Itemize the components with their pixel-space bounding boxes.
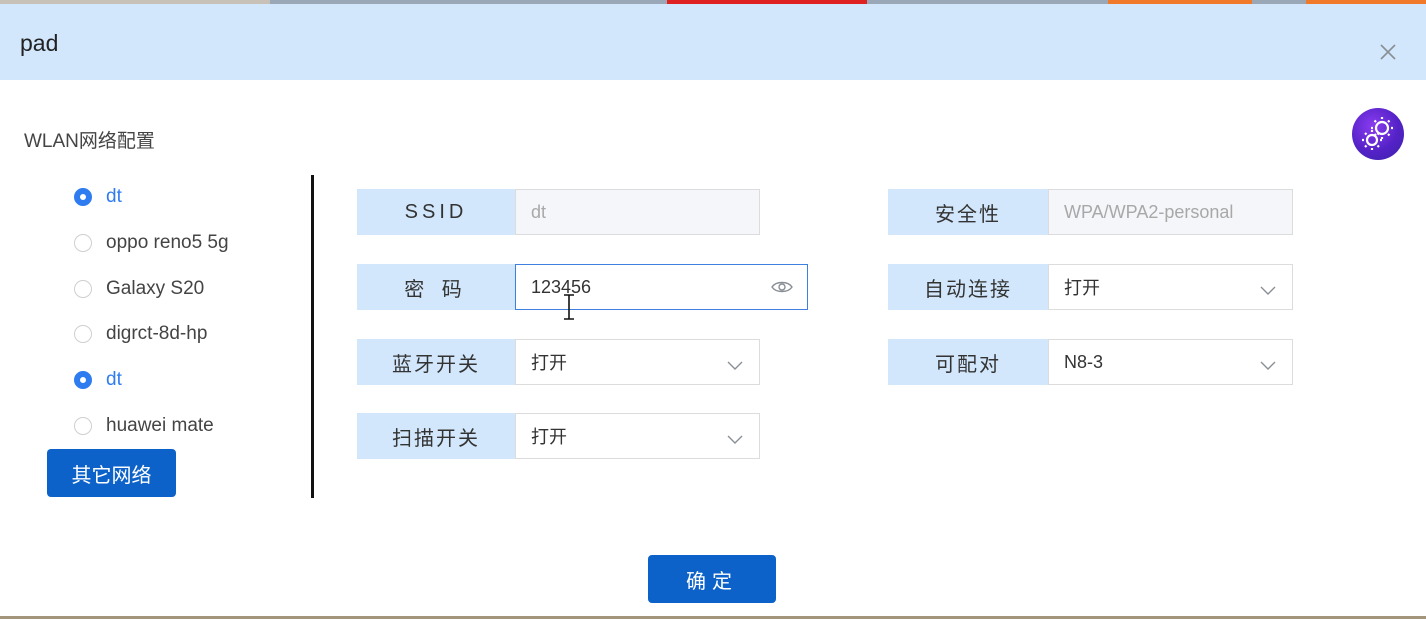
password-input[interactable]: 123456 (515, 264, 808, 310)
pairable-value: N8-3 (1064, 351, 1104, 372)
security-label: 安全性 (888, 189, 1048, 235)
bluetooth-value: 打开 (531, 353, 567, 373)
radio-icon[interactable] (74, 234, 92, 252)
security-input: WPA/WPA2-personal (1048, 189, 1293, 235)
auto-connect-label: 自动连接 (888, 264, 1048, 310)
network-label: Galaxy S20 (106, 278, 205, 299)
network-label: dt (106, 186, 122, 207)
dialog-title: pad (20, 30, 59, 56)
pairable-select[interactable]: N8-3 (1048, 339, 1293, 385)
network-label: dt (106, 369, 122, 390)
chevron-down-icon (1260, 355, 1276, 376)
settings-bot-icon[interactable] (1352, 108, 1404, 160)
scan-value: 打开 (531, 427, 567, 447)
network-item[interactable]: dt (74, 365, 122, 395)
ssid-input: dt (515, 189, 760, 235)
ssid-value: dt (531, 201, 547, 222)
network-item[interactable]: huawei mate (74, 411, 214, 441)
radio-selected-icon[interactable] (74, 371, 92, 389)
eye-icon[interactable] (771, 278, 793, 301)
close-icon[interactable] (1376, 40, 1400, 64)
chevron-down-icon (727, 429, 743, 450)
radio-icon[interactable] (74, 417, 92, 435)
network-label: huawei mate (106, 415, 214, 436)
divider (311, 175, 314, 498)
bluetooth-select[interactable]: 打开 (515, 339, 760, 385)
radio-selected-icon[interactable] (74, 188, 92, 206)
network-item[interactable]: dt (74, 182, 122, 212)
network-item[interactable]: oppo reno5 5g (74, 228, 229, 258)
network-label: digrct-8d-hp (106, 323, 208, 344)
radio-icon[interactable] (74, 280, 92, 298)
auto-connect-select[interactable]: 打开 (1048, 264, 1293, 310)
network-label: oppo reno5 5g (106, 232, 229, 253)
network-item[interactable]: Galaxy S20 (74, 274, 204, 304)
pairable-label: 可配对 (888, 339, 1048, 385)
chevron-down-icon (727, 355, 743, 376)
bluetooth-label: 蓝牙开关 (357, 339, 515, 385)
text-cursor-icon (561, 293, 577, 326)
network-item[interactable]: digrct-8d-hp (74, 319, 207, 349)
radio-icon[interactable] (74, 325, 92, 343)
scan-label: 扫描开关 (357, 413, 515, 459)
auto-connect-value: 打开 (1064, 278, 1100, 298)
password-label: 密 码 (357, 264, 515, 310)
ssid-label: SSID (357, 189, 515, 235)
chevron-down-icon (1260, 280, 1276, 301)
scan-select[interactable]: 打开 (515, 413, 760, 459)
security-value: WPA/WPA2-personal (1064, 201, 1234, 222)
section-title: WLAN网络配置 (24, 131, 155, 152)
confirm-button[interactable]: 确定 (648, 555, 776, 603)
dialog-header: pad (0, 4, 1426, 80)
other-networks-button[interactable]: 其它网络 (47, 449, 176, 497)
